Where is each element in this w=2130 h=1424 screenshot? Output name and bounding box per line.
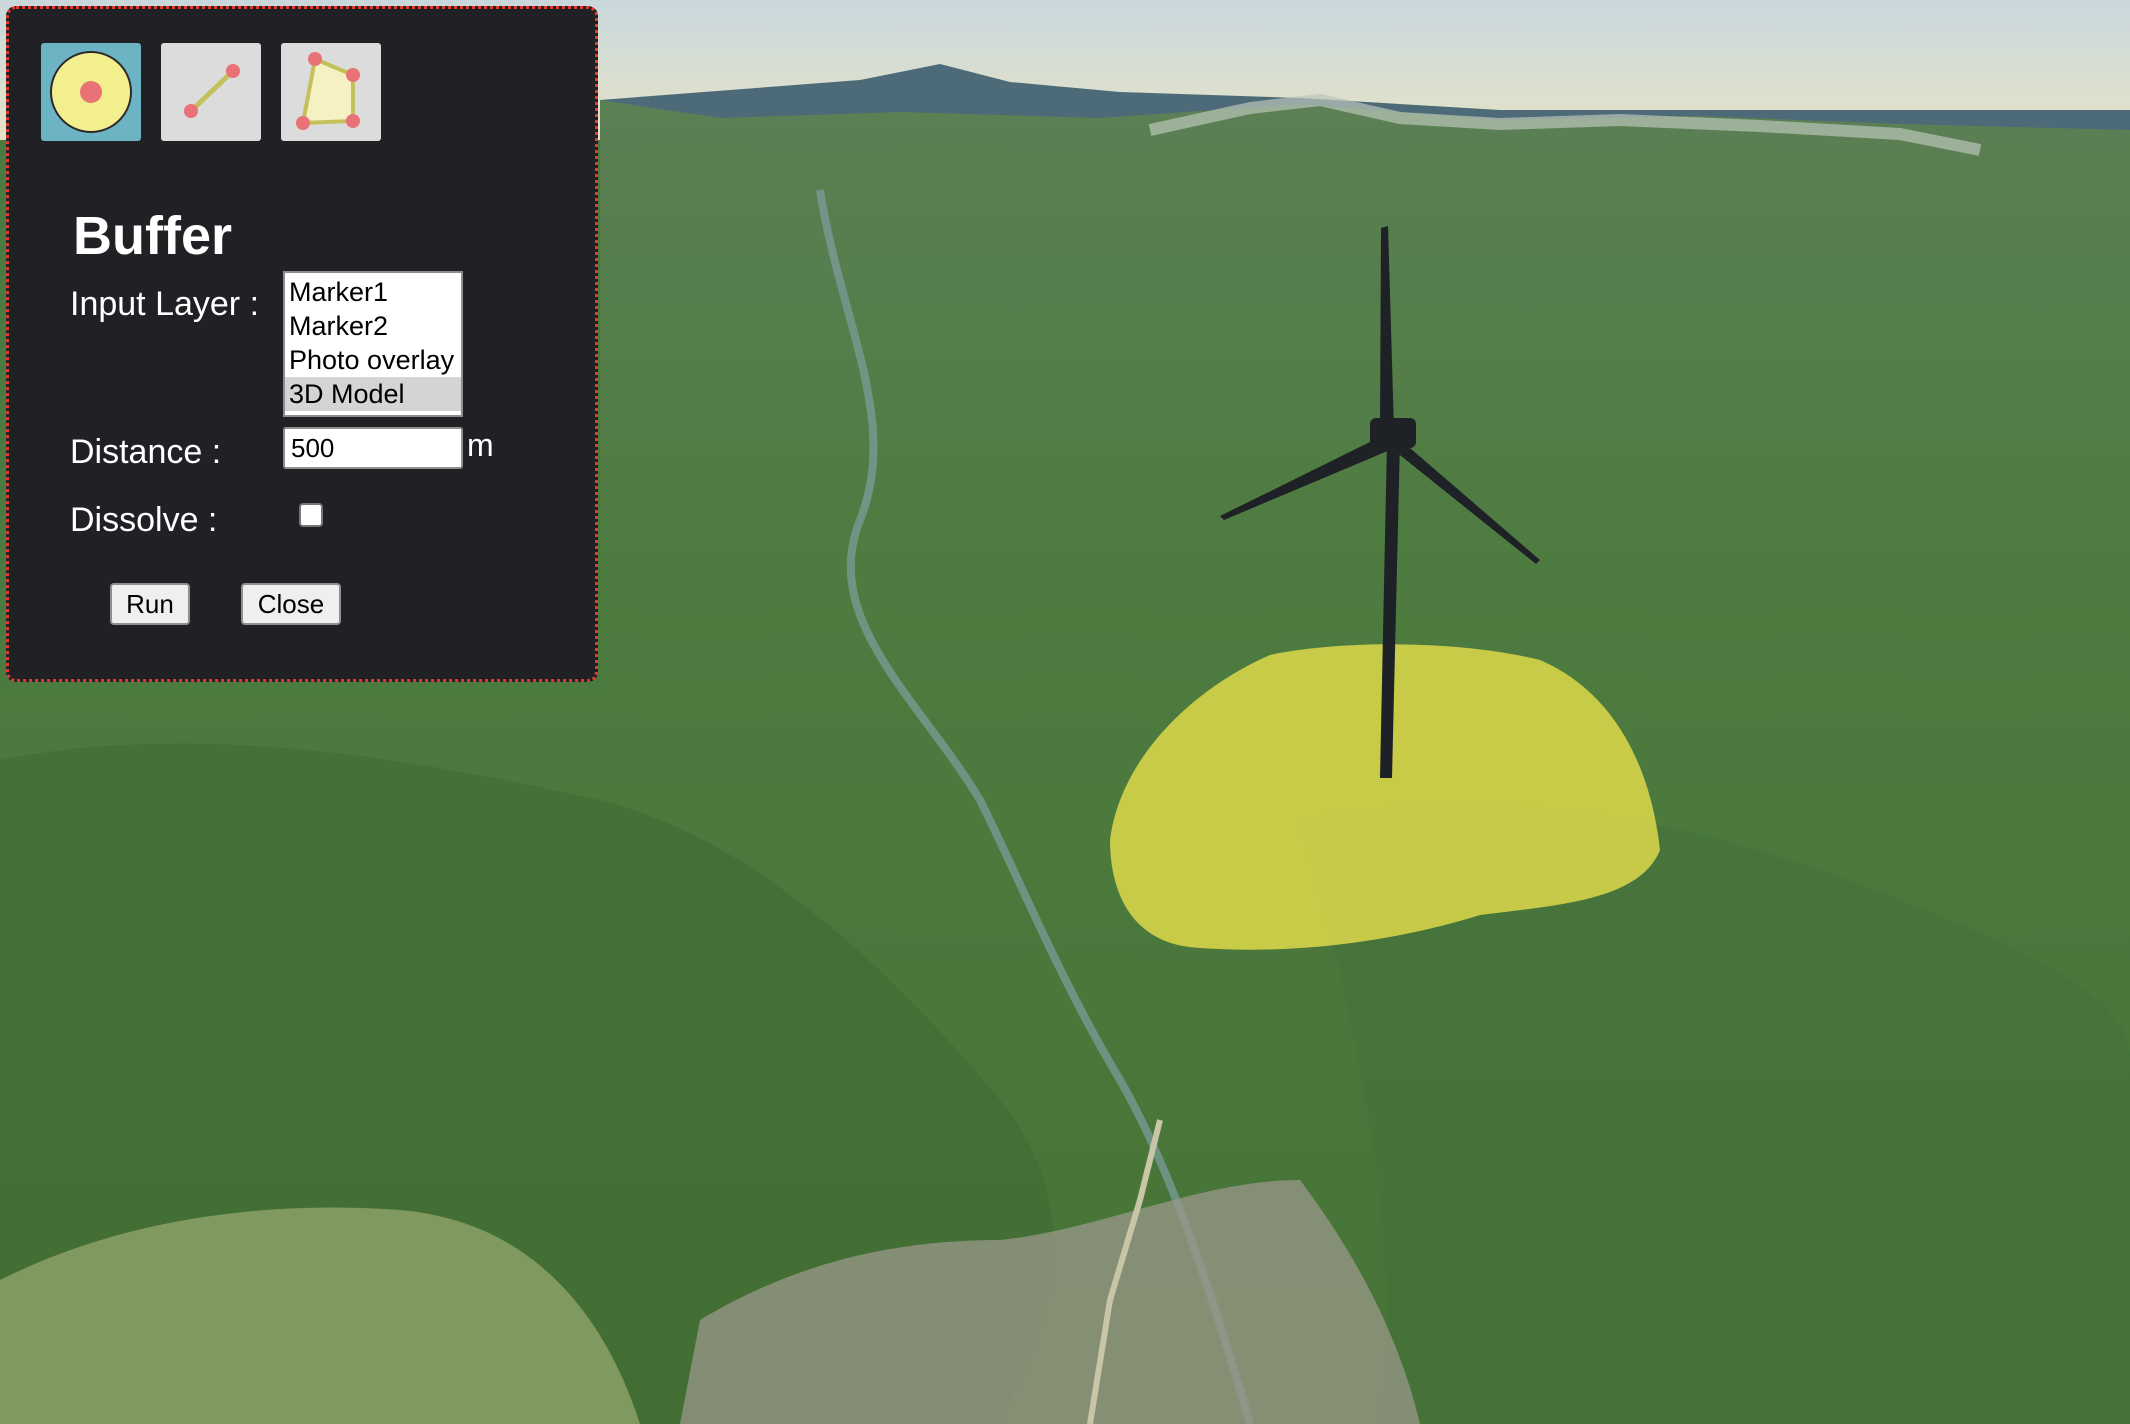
input-layer-listbox[interactable]: Marker1 Marker2 Photo overlay 3D Model	[283, 271, 463, 417]
close-button[interactable]: Close	[241, 583, 341, 625]
layer-option-marker1[interactable]: Marker1	[285, 275, 461, 309]
circle-buffer-icon	[50, 51, 132, 133]
layer-option-photo-overlay[interactable]: Photo overlay	[285, 343, 461, 377]
distance-unit: m	[467, 427, 494, 463]
buffer-tool-panel: Buffer Input Layer : Marker1 Marker2 Pho…	[6, 6, 598, 682]
buffer-tool-button[interactable]	[41, 43, 141, 141]
polygon-icon	[296, 52, 360, 130]
distance-input[interactable]: 500	[283, 427, 463, 469]
input-layer-label: Input Layer :	[70, 285, 260, 323]
polygon-tool-button[interactable]	[281, 43, 381, 141]
layer-option-marker2[interactable]: Marker2	[285, 309, 461, 343]
dissolve-label: Dissolve :	[70, 501, 218, 539]
dissolve-checkbox[interactable]	[299, 503, 323, 527]
run-button[interactable]: Run	[110, 583, 190, 625]
panel-title: Buffer	[73, 206, 232, 266]
line-icon	[184, 64, 240, 118]
line-tool-button[interactable]	[161, 43, 261, 141]
distance-label: Distance :	[70, 433, 222, 471]
layer-option-3d-model[interactable]: 3D Model	[285, 377, 461, 411]
